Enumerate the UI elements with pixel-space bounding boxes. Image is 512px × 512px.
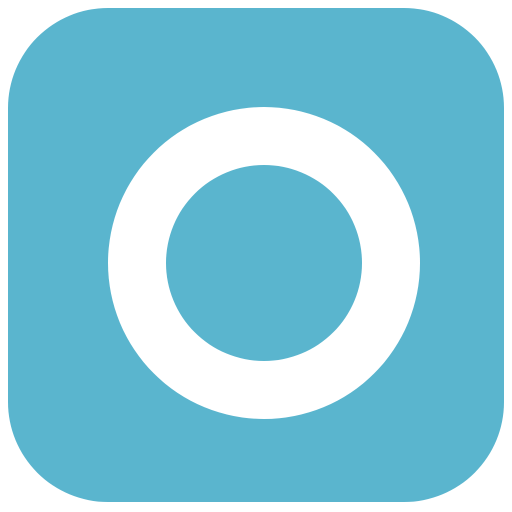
ring-icon (108, 107, 420, 419)
app-icon-tile[interactable] (8, 8, 504, 502)
ring-inner-hole (166, 165, 362, 361)
icon-canvas (0, 0, 512, 512)
